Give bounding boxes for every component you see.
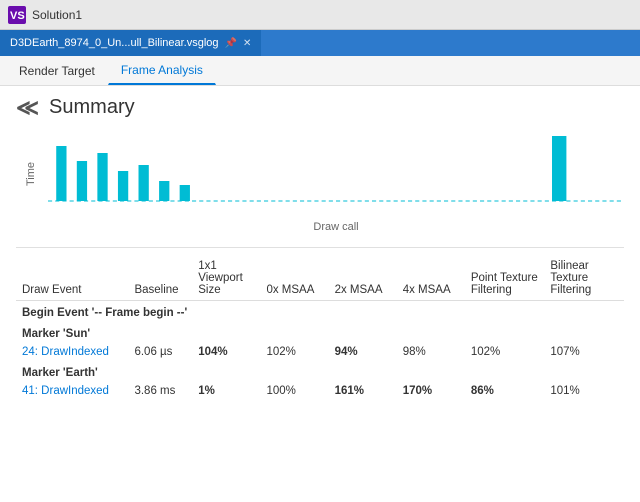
chart-y-label: Time (16, 129, 46, 219)
col-msaa2: 2x MSAA (329, 256, 397, 301)
draw-event-link[interactable]: 24: DrawIndexed (16, 343, 128, 361)
file-tab-label: D3DEarth_8974_0_Un...ull_Bilinear.vsglog (10, 37, 219, 49)
vp-value: 104% (192, 343, 260, 361)
summary-title: Summary (49, 96, 135, 119)
baseline-value: 3.86 ms (128, 382, 192, 400)
window-title: Solution1 (32, 8, 82, 22)
msaa4-value: 98% (397, 343, 465, 361)
ptf-value: 86% (465, 382, 545, 400)
msaa2-value: 161% (329, 382, 397, 400)
ptf-value: 102% (465, 343, 545, 361)
table-marker-row: Marker 'Sun' (16, 322, 624, 343)
marker-label: Marker 'Earth' (16, 361, 624, 382)
btf-value: 107% (544, 343, 624, 361)
table-row: 24: DrawIndexed 6.06 µs 104% 102% 94% 98… (16, 343, 624, 361)
chart-x-label: Draw call (48, 221, 624, 233)
col-msaa0: 0x MSAA (260, 256, 328, 301)
draw-event-link[interactable]: 41: DrawIndexed (16, 382, 128, 400)
event-label: Begin Event '-- Frame begin --' (16, 301, 624, 323)
col-draw-event: Draw Event (16, 256, 128, 301)
data-table: Draw Event Baseline 1x1 Viewport Size 0x… (16, 256, 624, 400)
tab-render-target[interactable]: Render Target (6, 56, 108, 85)
chart-svg (48, 129, 624, 219)
vs-logo-icon: VS (8, 6, 26, 24)
col-baseline: Baseline (128, 256, 192, 301)
title-bar: VS Solution1 (0, 0, 640, 30)
baseline-value: 6.06 µs (128, 343, 192, 361)
msaa2-value: 94% (329, 343, 397, 361)
msaa0-value: 102% (260, 343, 328, 361)
view-toolbar: Render Target Frame Analysis (0, 56, 640, 86)
table-header-row: Draw Event Baseline 1x1 Viewport Size 0x… (16, 256, 624, 301)
collapse-icon[interactable]: ≪ (16, 97, 39, 119)
tab-frame-analysis[interactable]: Frame Analysis (108, 56, 216, 85)
file-tab[interactable]: D3DEarth_8974_0_Un...ull_Bilinear.vsglog… (0, 30, 262, 56)
summary-header: ≪ Summary (16, 96, 624, 119)
close-icon[interactable]: ✕ (243, 38, 251, 49)
marker-label: Marker 'Sun' (16, 322, 624, 343)
chart-area: Time Draw call (16, 129, 624, 239)
chart-inner (48, 129, 624, 219)
table-marker-row: Marker 'Earth' (16, 361, 624, 382)
svg-text:VS: VS (10, 10, 25, 22)
section-divider (16, 247, 624, 248)
col-btf: Bilinear Texture Filtering (544, 256, 624, 301)
main-content: ≪ Summary Time Draw call (0, 86, 640, 502)
file-tab-bar: D3DEarth_8974_0_Un...ull_Bilinear.vsglog… (0, 30, 640, 56)
msaa0-value: 100% (260, 382, 328, 400)
btf-value: 101% (544, 382, 624, 400)
vp-value: 1% (192, 382, 260, 400)
msaa4-value: 170% (397, 382, 465, 400)
table-event-header-row: Begin Event '-- Frame begin --' (16, 301, 624, 323)
col-ptf: Point Texture Filtering (465, 256, 545, 301)
pin-icon[interactable]: 📌 (225, 38, 237, 49)
col-viewport: 1x1 Viewport Size (192, 256, 260, 301)
table-row: 41: DrawIndexed 3.86 ms 1% 100% 161% 170… (16, 382, 624, 400)
col-msaa4: 4x MSAA (397, 256, 465, 301)
